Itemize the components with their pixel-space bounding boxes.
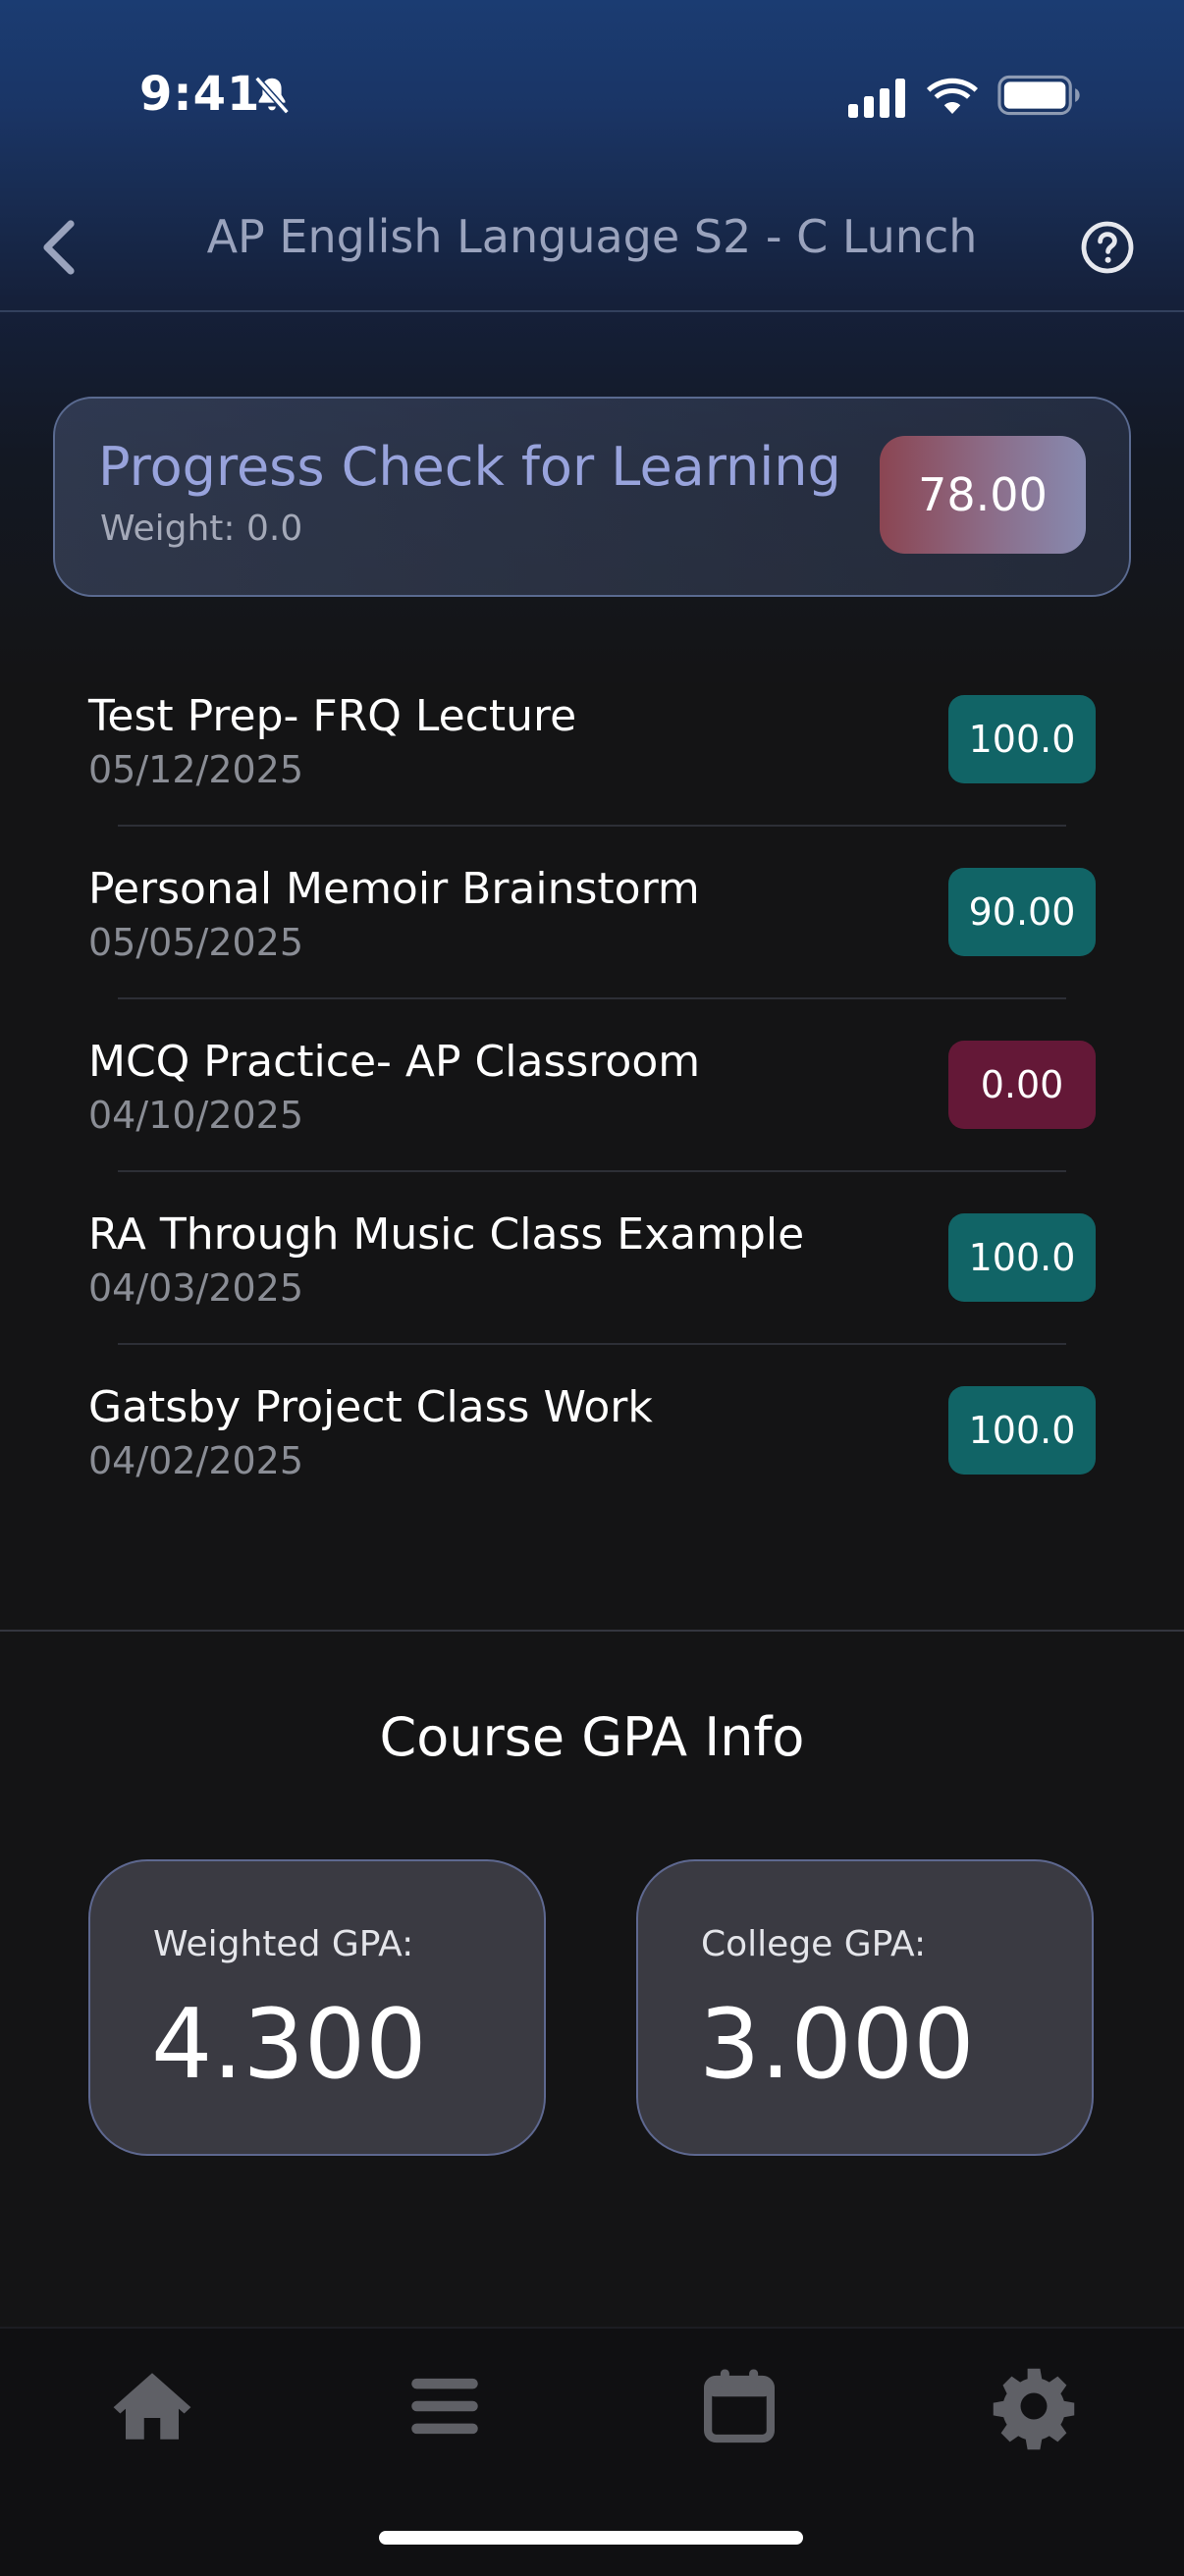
assignment-date: 05/05/2025 [88, 921, 304, 964]
college-gpa-value: 3.000 [699, 1989, 975, 2101]
wifi-icon [927, 78, 978, 114]
row-divider [118, 1170, 1066, 1172]
weighted-gpa-card: Weighted GPA: 4.300 [88, 1859, 546, 2156]
status-time: 9:41 [139, 67, 261, 122]
progress-check-weight: Weight: 0.0 [100, 509, 303, 549]
assignment-name: Personal Memoir Brainstorm [88, 864, 700, 914]
progress-check-title: Progress Check for Learning [98, 436, 841, 498]
weighted-gpa-label: Weighted GPA: [153, 1924, 414, 1964]
menu-icon[interactable] [401, 2362, 489, 2450]
assignment-name: Gatsby Project Class Work [88, 1382, 653, 1432]
assignment-row[interactable]: Personal Memoir Brainstorm 05/05/2025 90… [88, 864, 1096, 1037]
home-indicator [379, 2531, 803, 2545]
gear-icon[interactable] [990, 2362, 1078, 2450]
assignment-row[interactable]: Test Prep- FRQ Lecture 05/12/2025 100.0 [88, 691, 1096, 864]
page-title: AP English Language S2 - C Lunch [206, 210, 978, 263]
row-divider [118, 997, 1066, 999]
row-divider [118, 1343, 1066, 1345]
assignment-date: 04/10/2025 [88, 1094, 304, 1137]
assignment-name: RA Through Music Class Example [88, 1209, 805, 1260]
assignment-row[interactable]: RA Through Music Class Example 04/03/202… [88, 1209, 1096, 1382]
status-bar: 9:41 [0, 0, 1184, 196]
assignment-date: 04/02/2025 [88, 1439, 304, 1482]
back-chevron-icon[interactable] [35, 218, 82, 277]
assignment-date: 05/12/2025 [88, 748, 304, 791]
battery-icon [997, 75, 1080, 116]
assignment-row[interactable]: MCQ Practice- AP Classroom 04/10/2025 0.… [88, 1037, 1096, 1209]
assignment-score-badge: 100.0 [948, 1386, 1096, 1475]
assignment-date: 04/03/2025 [88, 1266, 304, 1310]
assignment-row[interactable]: Gatsby Project Class Work 04/02/2025 100… [88, 1382, 1096, 1555]
gpa-section-title: Course GPA Info [379, 1706, 805, 1768]
progress-check-score: 78.00 [880, 436, 1086, 554]
section-divider [0, 1630, 1184, 1632]
college-gpa-label: College GPA: [701, 1924, 927, 1964]
cellular-signal-icon [848, 79, 905, 118]
assignment-score-badge: 0.00 [948, 1041, 1096, 1129]
silent-bell-icon [254, 76, 290, 115]
assignment-score-badge: 100.0 [948, 695, 1096, 783]
weighted-gpa-value: 4.300 [151, 1989, 427, 2101]
help-icon[interactable] [1080, 220, 1135, 275]
assignment-score-badge: 90.00 [948, 868, 1096, 956]
assignment-name: Test Prep- FRQ Lecture [88, 691, 577, 741]
college-gpa-card: College GPA: 3.000 [636, 1859, 1094, 2156]
home-icon[interactable] [108, 2362, 196, 2450]
assignment-score-badge: 100.0 [948, 1213, 1096, 1302]
assignment-name: MCQ Practice- AP Classroom [88, 1037, 701, 1087]
calendar-icon[interactable] [695, 2362, 783, 2450]
row-divider [118, 825, 1066, 827]
